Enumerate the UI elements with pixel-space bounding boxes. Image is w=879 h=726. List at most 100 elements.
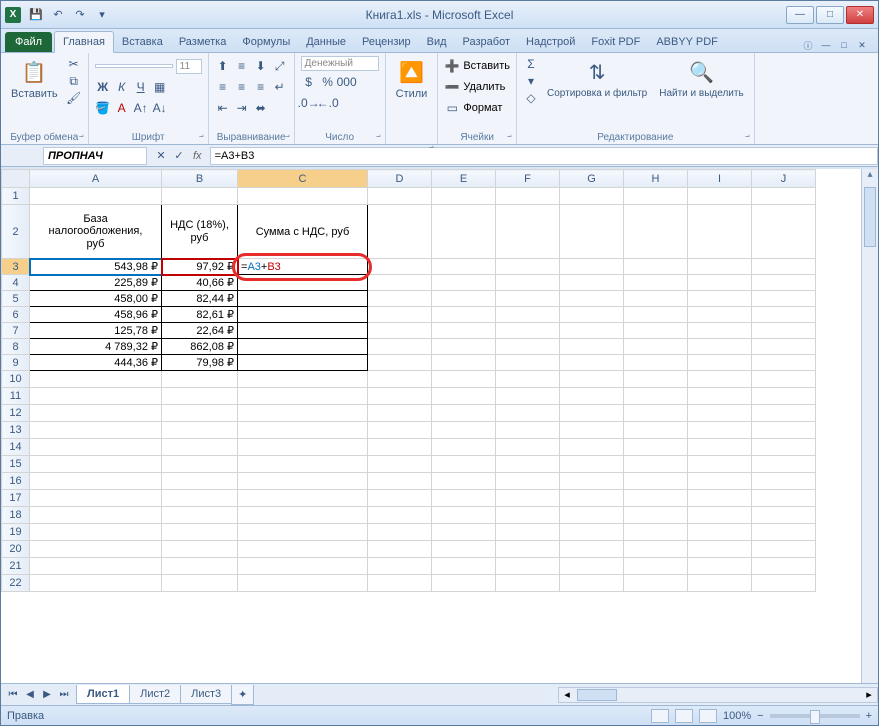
mdi-minimize[interactable]: — <box>818 38 834 52</box>
row-header[interactable]: 6 <box>2 307 30 323</box>
scroll-thumb-h[interactable] <box>577 689 617 701</box>
col-header-B[interactable]: B <box>162 170 238 188</box>
tab-addins[interactable]: Надстрой <box>518 32 583 52</box>
col-header-H[interactable]: H <box>624 170 688 188</box>
col-header-G[interactable]: G <box>560 170 624 188</box>
horizontal-scrollbar[interactable]: ◂ ▸ <box>558 687 878 703</box>
indent-more-icon[interactable]: ⇥ <box>234 100 250 116</box>
font-name-select[interactable] <box>95 64 173 68</box>
tab-home[interactable]: Главная <box>54 31 114 53</box>
row-header[interactable]: 11 <box>2 388 30 405</box>
indent-less-icon[interactable]: ⇤ <box>215 100 231 116</box>
paste-button[interactable]: 📋 Вставить <box>7 56 62 102</box>
scroll-right-icon[interactable]: ▸ <box>861 688 877 701</box>
row-header[interactable]: 8 <box>2 339 30 355</box>
inc-decimal-icon[interactable]: .0→ <box>301 95 317 111</box>
tab-review[interactable]: Рецензир <box>354 32 419 52</box>
italic-icon[interactable]: К <box>114 79 130 95</box>
col-header-E[interactable]: E <box>432 170 496 188</box>
tab-foxit[interactable]: Foxit PDF <box>583 32 648 52</box>
row-header[interactable]: 3 <box>2 259 30 275</box>
normal-view-button[interactable] <box>651 709 669 723</box>
align-center-icon[interactable]: ≡ <box>234 79 250 95</box>
fill-color-icon[interactable]: 🪣 <box>95 100 111 116</box>
cell[interactable]: 862,08 ₽ <box>162 339 238 355</box>
shrink-font-icon[interactable]: A↓ <box>152 100 168 116</box>
sheet-tab-2[interactable]: Лист2 <box>129 685 181 704</box>
cell-a3[interactable]: 543,98 ₽ <box>30 259 162 275</box>
prev-sheet-icon[interactable]: ◀ <box>22 687 38 703</box>
row-header[interactable]: 10 <box>2 371 30 388</box>
file-tab[interactable]: Файл <box>5 32 52 52</box>
cell[interactable] <box>238 355 368 371</box>
tab-formulas[interactable]: Формулы <box>234 32 298 52</box>
align-left-icon[interactable]: ≡ <box>215 79 231 95</box>
cell[interactable]: 225,89 ₽ <box>30 275 162 291</box>
comma-icon[interactable]: 000 <box>339 74 355 90</box>
row-header[interactable]: 12 <box>2 405 30 422</box>
insert-cells-icon[interactable]: ➕ <box>444 58 460 74</box>
cell[interactable] <box>238 291 368 307</box>
copy-icon[interactable]: ⧉ <box>66 73 82 89</box>
row-header[interactable]: 20 <box>2 541 30 558</box>
row-header[interactable]: 16 <box>2 473 30 490</box>
scroll-thumb[interactable] <box>864 187 876 247</box>
col-header-I[interactable]: I <box>688 170 752 188</box>
bold-icon[interactable]: Ж <box>95 79 111 95</box>
sheet-tab-3[interactable]: Лист3 <box>180 685 232 704</box>
align-middle-icon[interactable]: ≡ <box>234 58 250 74</box>
close-button[interactable]: ✕ <box>846 6 874 24</box>
row-header[interactable]: 21 <box>2 558 30 575</box>
format-cells-icon[interactable]: ▭ <box>444 100 460 116</box>
cell-b3[interactable]: 97,92 ₽ <box>162 259 238 275</box>
zoom-slider[interactable] <box>770 714 860 718</box>
cell[interactable]: 458,96 ₽ <box>30 307 162 323</box>
row-header[interactable]: 14 <box>2 439 30 456</box>
tab-abbyy[interactable]: ABBYY PDF <box>648 32 726 52</box>
new-sheet-button[interactable]: ✦ <box>231 685 254 705</box>
merge-icon[interactable]: ⬌ <box>253 100 269 116</box>
cell[interactable]: 444,36 ₽ <box>30 355 162 371</box>
redo-button[interactable]: ↷ <box>71 6 89 24</box>
cut-icon[interactable]: ✂ <box>66 56 82 72</box>
cancel-formula-icon[interactable]: ✕ <box>153 148 169 164</box>
percent-icon[interactable]: % <box>320 74 336 90</box>
cell[interactable]: 82,44 ₽ <box>162 291 238 307</box>
underline-icon[interactable]: Ч <box>133 79 149 95</box>
save-button[interactable]: 💾 <box>27 6 45 24</box>
next-sheet-icon[interactable]: ▶ <box>39 687 55 703</box>
row-header[interactable]: 22 <box>2 575 30 592</box>
col-header-D[interactable]: D <box>368 170 432 188</box>
autosum-icon[interactable]: Σ <box>523 56 539 72</box>
cell-c3-editing[interactable]: =A3+B3 <box>238 259 368 275</box>
dec-decimal-icon[interactable]: ←.0 <box>320 95 336 111</box>
minimize-button[interactable]: — <box>786 6 814 24</box>
orientation-icon[interactable]: ⤢ <box>272 58 288 74</box>
border-icon[interactable]: ▦ <box>152 79 168 95</box>
cell[interactable]: 125,78 ₽ <box>30 323 162 339</box>
vertical-scrollbar[interactable]: ▴ <box>861 169 878 683</box>
tab-view[interactable]: Вид <box>419 32 455 52</box>
last-sheet-icon[interactable]: ⏭ <box>56 687 72 703</box>
row-header[interactable]: 4 <box>2 275 30 291</box>
cell[interactable]: 458,00 ₽ <box>30 291 162 307</box>
grow-font-icon[interactable]: A↑ <box>133 100 149 116</box>
enter-formula-icon[interactable]: ✓ <box>171 148 187 164</box>
cell[interactable] <box>238 307 368 323</box>
name-box[interactable]: ПРОПНАЧ <box>43 147 147 165</box>
cell[interactable] <box>238 323 368 339</box>
row-header[interactable]: 9 <box>2 355 30 371</box>
fill-icon[interactable]: ▾ <box>523 73 539 89</box>
row-header[interactable]: 5 <box>2 291 30 307</box>
qat-dropdown-icon[interactable]: ▾ <box>93 6 111 24</box>
tab-developer[interactable]: Разработ <box>455 32 518 52</box>
tab-insert[interactable]: Вставка <box>114 32 171 52</box>
font-color-icon[interactable]: A <box>114 100 130 116</box>
clear-icon[interactable]: ◇ <box>523 90 539 106</box>
align-right-icon[interactable]: ≡ <box>253 79 269 95</box>
page-layout-view-button[interactable] <box>675 709 693 723</box>
cell[interactable] <box>238 339 368 355</box>
col-header-J[interactable]: J <box>752 170 816 188</box>
formula-input[interactable]: =A3+B3 <box>210 147 878 165</box>
cell[interactable]: 82,61 ₽ <box>162 307 238 323</box>
